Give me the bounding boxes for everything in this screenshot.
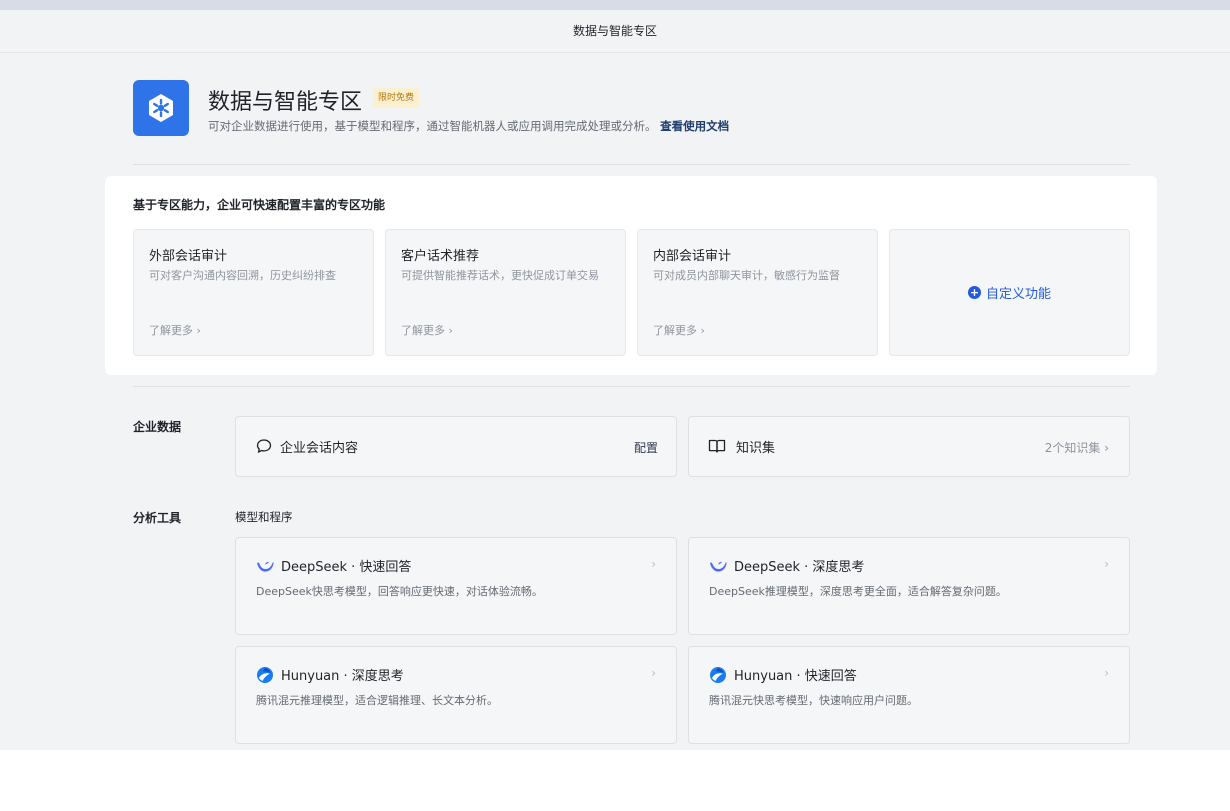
zone-logo-icon <box>133 80 189 136</box>
feature-card-external-audit[interactable]: 外部会话审计 可对客户沟通内容回溯，历史纠纷排查 了解更多 › <box>133 229 374 356</box>
model-card-hunyuan-fast[interactable]: Hunyuan · 快速回答 腾讯混元快思考模型，快速响应用户问题。 › <box>688 646 1130 744</box>
open-book-icon <box>708 438 726 458</box>
session-content-title: 企业会话内容 <box>280 441 359 456</box>
feature-card-desc: 可对客户沟通内容回溯，历史纠纷排查 <box>149 269 336 282</box>
custom-feature-button[interactable]: + 自定义功能 <box>889 229 1130 356</box>
feature-card-script-recommend[interactable]: 客户话术推荐 可提供智能推荐话术，更快促成订单交易 了解更多 › <box>385 229 626 356</box>
app-window: 数据与智能专区 数据与智能专区 限时免费 可对企业数据进行使用，基于模型和程序，… <box>0 0 1230 750</box>
configure-button[interactable]: 配置 <box>634 439 658 456</box>
feature-card-title: 客户话术推荐 <box>401 249 480 264</box>
plus-circle-icon: + <box>967 286 981 299</box>
analysis-tools-label: 分析工具 <box>133 511 182 525</box>
divider <box>133 164 1130 165</box>
model-desc: 腾讯混元推理模型，适合逻辑推理、长文本分析。 <box>256 694 498 707</box>
chevron-right-icon: › <box>1104 557 1109 571</box>
model-desc: DeepSeek快思考模型，回答响应更快速，对话体验流畅。 <box>256 585 543 598</box>
doc-link[interactable]: 查看使用文档 <box>660 119 729 133</box>
free-badge: 限时免费 <box>373 88 420 108</box>
divider <box>133 386 1130 387</box>
feature-panel: 基于专区能力，企业可快速配置丰富的专区功能 外部会话审计 可对客户沟通内容回溯，… <box>105 176 1157 375</box>
hunyuan-logo-icon <box>709 666 727 683</box>
description-text: 可对企业数据进行使用，基于模型和程序，通过智能机器人或应用调用完成处理或分析。 <box>208 119 657 133</box>
knowledge-set-card[interactable]: 知识集 2个知识集 › <box>688 416 1130 477</box>
feature-card-desc: 可提供智能推荐话术，更快促成订单交易 <box>401 269 599 282</box>
learn-more-link[interactable]: 了解更多 › <box>401 322 453 338</box>
page-title: 数据与智能专区 <box>208 90 363 115</box>
models-programs-label: 模型和程序 <box>235 510 293 524</box>
deepseek-whale-icon <box>709 558 727 572</box>
session-content-card[interactable]: 企业会话内容 配置 <box>235 416 677 477</box>
top-strip <box>0 0 1230 10</box>
learn-more-link[interactable]: 了解更多 › <box>149 322 201 338</box>
hunyuan-logo-icon <box>256 666 274 683</box>
chevron-right-icon: › <box>1104 666 1109 680</box>
window-title: 数据与智能专区 <box>0 10 1230 53</box>
feature-card-desc: 可对成员内部聊天审计，敏感行为监督 <box>653 269 840 282</box>
deepseek-whale-icon <box>256 558 274 572</box>
enterprise-data-label: 企业数据 <box>133 420 182 434</box>
custom-feature-label: 自定义功能 <box>985 287 1051 302</box>
model-title: Hunyuan · 深度思考 <box>281 669 404 684</box>
page-header: 数据与智能专区 限时免费 可对企业数据进行使用，基于模型和程序，通过智能机器人或… <box>133 80 1133 140</box>
page-description: 可对企业数据进行使用，基于模型和程序，通过智能机器人或应用调用完成处理或分析。 … <box>208 118 729 134</box>
model-desc: DeepSeek推理模型，深度思考更全面，适合解答复杂问题。 <box>709 585 1007 598</box>
model-title: Hunyuan · 快速回答 <box>734 669 857 684</box>
knowledge-set-title: 知识集 <box>736 441 776 456</box>
chevron-right-icon: › <box>651 666 656 680</box>
chat-bubble-icon <box>256 438 272 458</box>
model-card-hunyuan-deep[interactable]: Hunyuan · 深度思考 腾讯混元推理模型，适合逻辑推理、长文本分析。 › <box>235 646 677 744</box>
model-card-deepseek-deep[interactable]: DeepSeek · 深度思考 DeepSeek推理模型，深度思考更全面，适合解… <box>688 537 1130 635</box>
knowledge-set-count[interactable]: 2个知识集 › <box>1045 439 1109 456</box>
feature-card-title: 内部会话审计 <box>653 249 732 264</box>
model-title: DeepSeek · 深度思考 <box>734 560 865 575</box>
model-title: DeepSeek · 快速回答 <box>281 560 412 575</box>
feature-card-title: 外部会话审计 <box>149 249 228 264</box>
model-desc: 腾讯混元快思考模型，快速响应用户问题。 <box>709 694 918 707</box>
feature-card-internal-audit[interactable]: 内部会话审计 可对成员内部聊天审计，敏感行为监督 了解更多 › <box>637 229 878 356</box>
chevron-right-icon: › <box>651 557 656 571</box>
learn-more-link[interactable]: 了解更多 › <box>653 322 705 338</box>
model-card-deepseek-fast[interactable]: DeepSeek · 快速回答 DeepSeek快思考模型，回答响应更快速，对话… <box>235 537 677 635</box>
feature-panel-title: 基于专区能力，企业可快速配置丰富的专区功能 <box>133 198 386 212</box>
